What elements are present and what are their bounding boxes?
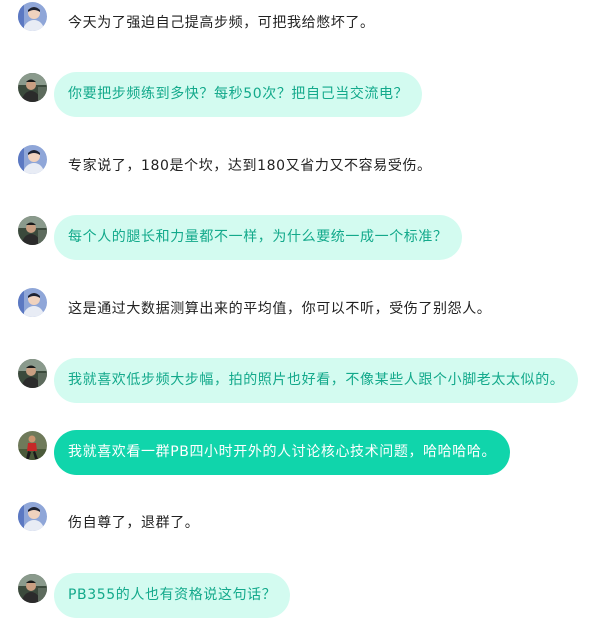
chat-message: 我就喜欢低步频大步幅，拍的照片也好看，不像某些人跟个小脚老太太似的。 — [0, 357, 613, 405]
user-avatar-icon[interactable] — [18, 502, 47, 531]
user-avatar-icon[interactable] — [18, 431, 47, 460]
user-avatar-icon[interactable] — [18, 145, 47, 174]
message-text: 专家说了，180是个坎，达到180又省力又不容易受伤。 — [68, 158, 432, 174]
chat-message: 每个人的腿长和力量都不一样，为什么要统一成一个标准？ — [0, 214, 613, 262]
chat-message: 这是通过大数据测算出来的平均值，你可以不听，受伤了别怨人。 — [0, 286, 613, 334]
user-avatar-icon[interactable] — [18, 2, 47, 31]
user-avatar-icon[interactable] — [18, 359, 47, 388]
message-bubble: 每个人的腿长和力量都不一样，为什么要统一成一个标准？ — [54, 215, 462, 260]
message-text: 这是通过大数据测算出来的平均值，你可以不听，受伤了别怨人。 — [68, 301, 492, 317]
chat-message: 我就喜欢看一群PB四小时开外的人讨论核心技术问题，哈哈哈哈。 — [0, 429, 613, 477]
user-avatar-icon[interactable] — [18, 288, 47, 317]
chat-message: 伤自尊了，退群了。 — [0, 500, 613, 548]
message-bubble: 我就喜欢低步频大步幅，拍的照片也好看，不像某些人跟个小脚老太太似的。 — [54, 358, 579, 403]
user-avatar-icon[interactable] — [18, 574, 47, 603]
chat-thread: 今天为了强迫自己提高步频，可把我给憋坏了。 你要把步频练到多快？每秒50次？把自… — [0, 0, 613, 623]
message-bubble: 你要把步频练到多快？每秒50次？把自己当交流电？ — [54, 72, 423, 117]
chat-message: 专家说了，180是个坎，达到180又省力又不容易受伤。 — [0, 143, 613, 191]
message-bubble: 我就喜欢看一群PB四小时开外的人讨论核心技术问题，哈哈哈哈。 — [54, 430, 511, 475]
message-text: 伤自尊了，退群了。 — [68, 515, 200, 531]
message-text: 今天为了强迫自己提高步频，可把我给憋坏了。 — [68, 15, 375, 31]
message-bubble: PB355的人也有资格说这句话？ — [54, 573, 291, 618]
chat-message: PB355的人也有资格说这句话？ — [0, 572, 613, 620]
chat-message: 今天为了强迫自己提高步频，可把我给憋坏了。 — [0, 0, 613, 48]
user-avatar-icon[interactable] — [18, 73, 47, 102]
user-avatar-icon[interactable] — [18, 216, 47, 245]
chat-message: 你要把步频练到多快？每秒50次？把自己当交流电？ — [0, 71, 613, 119]
